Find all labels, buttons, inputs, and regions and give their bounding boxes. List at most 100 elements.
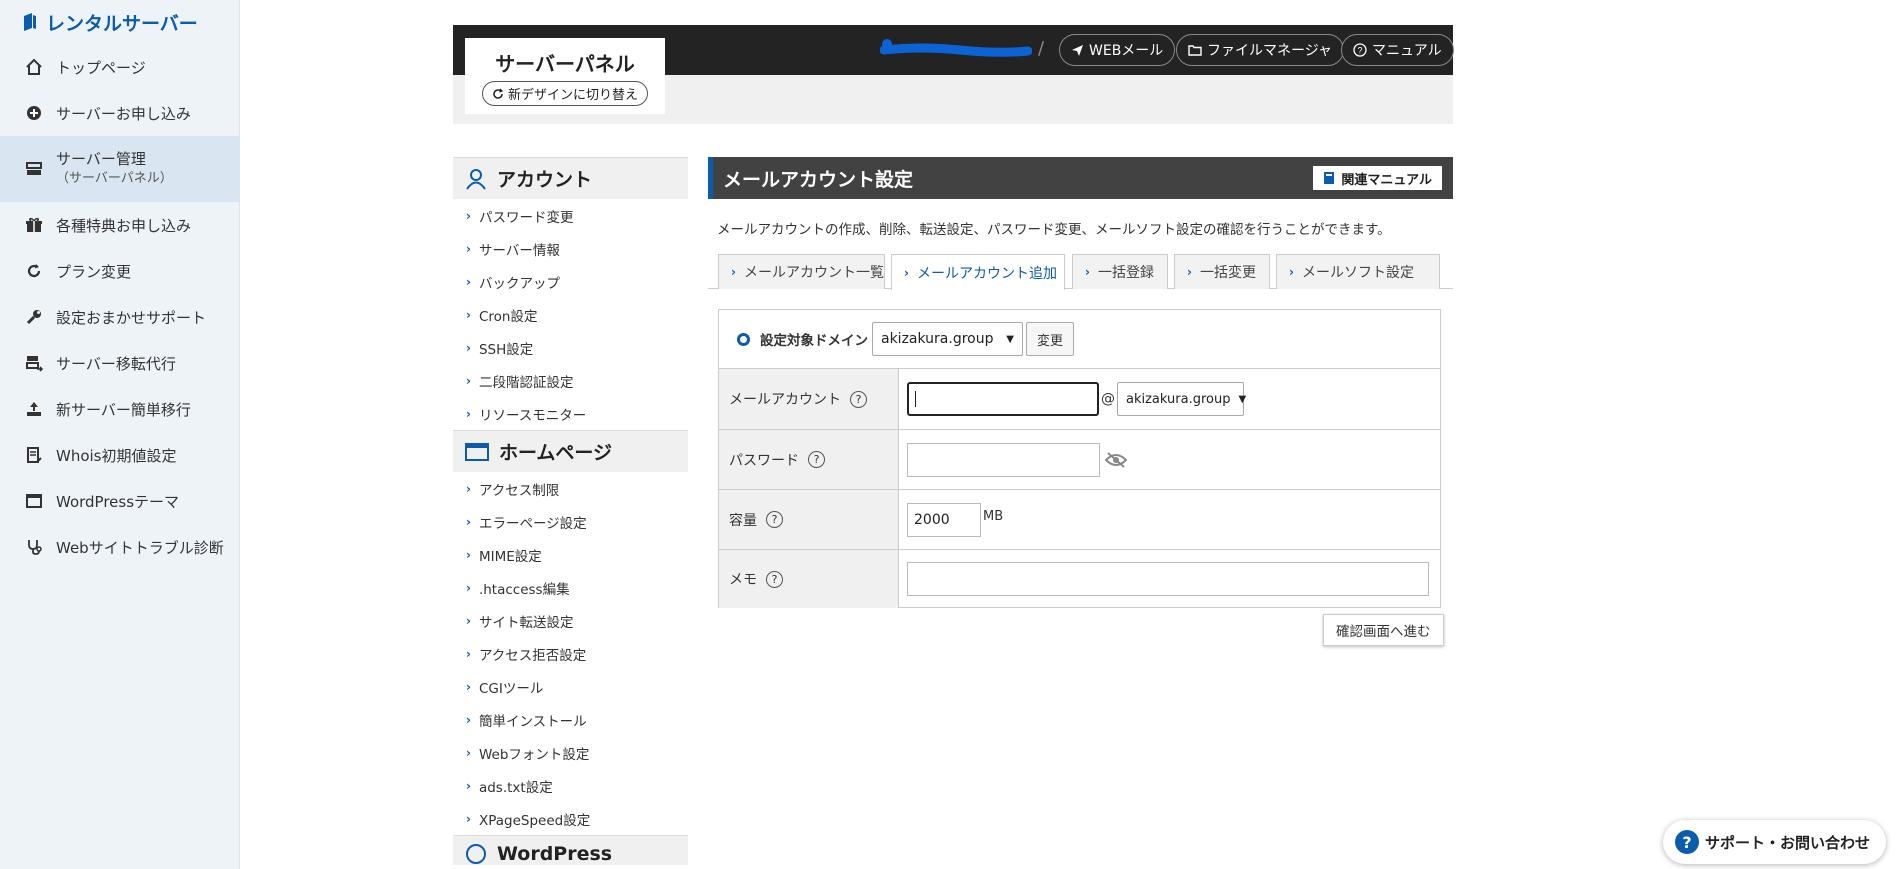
- help-icon[interactable]: ?: [766, 511, 783, 528]
- side-link[interactable]: › アクセス制限: [453, 472, 688, 505]
- switch-design-button[interactable]: 新デザインに切り替え: [481, 81, 648, 106]
- document-edit-icon: [24, 445, 44, 465]
- row-quota: 容量? 2000 MB: [719, 490, 1440, 550]
- change-domain-button[interactable]: 変更: [1026, 322, 1075, 356]
- side-link[interactable]: › SSH設定: [453, 331, 688, 364]
- side-link[interactable]: › サイト転送設定: [453, 604, 688, 637]
- home-icon: [24, 57, 44, 77]
- side-link[interactable]: › サーバー情報: [453, 232, 688, 265]
- wordpress-icon: [465, 843, 487, 865]
- chevron-right-icon: ›: [466, 712, 471, 727]
- chevron-right-icon: ›: [466, 307, 471, 322]
- password-input[interactable]: [907, 442, 1100, 477]
- browser-icon: [465, 442, 489, 462]
- side-link[interactable]: › MIME設定: [453, 538, 688, 571]
- tab-bar: › メールアカウント一覧 › メールアカウント追加 › 一括登録 › 一括変更 › メール…: [708, 254, 1453, 290]
- tab-account-list[interactable]: › メールアカウント一覧: [718, 254, 885, 289]
- memo-input[interactable]: [907, 562, 1429, 596]
- nav-item-label: サーバー管理: [56, 150, 146, 168]
- help-icon[interactable]: ?: [766, 570, 783, 588]
- side-link[interactable]: › ads.txt設定: [453, 769, 688, 802]
- brand-logo[interactable]: レンタルサーバー: [0, 0, 239, 44]
- nav-item-label: トップページ: [56, 58, 146, 77]
- nav-item-label: Webサイトトラブル診断: [56, 538, 224, 557]
- gift-icon: [24, 215, 44, 235]
- user-icon: [465, 168, 487, 190]
- server-icon: [24, 159, 44, 179]
- side-link-label: エラーページ設定: [478, 515, 587, 532]
- side-link[interactable]: › パスワード変更: [453, 199, 688, 232]
- account-domain-select[interactable]: akizakura.group ▼: [1117, 382, 1246, 416]
- side-link-label: .htaccess編集: [478, 581, 570, 598]
- panel-title: サーバーパネル: [495, 52, 635, 76]
- side-link[interactable]: › 簡単インストール: [453, 703, 688, 736]
- quota-input[interactable]: 2000: [907, 502, 981, 537]
- nav-item-4[interactable]: プラン変更: [0, 248, 239, 294]
- side-link[interactable]: › Webフォント設定: [453, 736, 688, 769]
- nav-item-1[interactable]: サーバーお申し込み: [0, 90, 239, 136]
- nav-item-6[interactable]: サーバー移転代行: [0, 340, 239, 386]
- refresh-icon: [24, 261, 44, 281]
- help-icon[interactable]: ?: [850, 390, 867, 408]
- manual-button[interactable]: ? マニュアル: [1341, 34, 1454, 66]
- nav-item-10[interactable]: Webサイトトラブル診断: [0, 524, 239, 570]
- nav-item-label: 各種特典お申し込み: [56, 216, 192, 235]
- tab-mail-software[interactable]: › メールソフト設定: [1276, 254, 1440, 289]
- nav-item-8[interactable]: Whois初期値設定: [0, 432, 239, 478]
- side-link-label: バックアップ: [478, 275, 560, 292]
- related-manual-button[interactable]: 関連マニュアル: [1313, 166, 1442, 190]
- chevron-right-icon: ›: [466, 613, 471, 628]
- side-link[interactable]: › Cron設定: [453, 298, 688, 331]
- chevron-right-icon: ›: [466, 274, 471, 289]
- tab-bulk-change[interactable]: › 一括変更: [1174, 254, 1270, 289]
- side-link-label: SSH設定: [478, 341, 534, 358]
- chevron-right-icon: ›: [731, 265, 736, 279]
- chevron-right-icon: ›: [466, 481, 471, 496]
- side-link[interactable]: › エラーページ設定: [453, 505, 688, 538]
- side-link[interactable]: › 二段階認証設定: [453, 364, 688, 397]
- help-icon[interactable]: ?: [808, 451, 825, 468]
- chevron-right-icon: ›: [466, 208, 471, 223]
- row-memo: メモ?: [719, 550, 1440, 608]
- side-link[interactable]: › リソースモニター: [453, 397, 688, 430]
- mail-account-label: メールアカウント: [729, 392, 841, 408]
- server-move-icon: [24, 353, 44, 373]
- chevron-right-icon: ›: [466, 373, 471, 388]
- nav-item-9[interactable]: WordPressテーマ: [0, 478, 239, 524]
- nav-item-label: 設定おまかせサポート: [56, 308, 207, 327]
- nav-item-label: 新サーバー簡単移行: [56, 400, 191, 419]
- svg-text:?: ?: [1357, 46, 1362, 56]
- tab-account-add[interactable]: › メールアカウント追加: [891, 254, 1065, 290]
- side-link[interactable]: › アクセス拒否設定: [453, 637, 688, 670]
- panel-title-box: サーバーパネル 新デザインに切り替え: [465, 38, 665, 114]
- file-manager-button[interactable]: ファイルマネージャ: [1176, 34, 1345, 66]
- side-link-label: 二段階認証設定: [478, 374, 574, 391]
- mail-account-input[interactable]: [907, 382, 1099, 416]
- domain-select[interactable]: akizakura.group ▼: [872, 322, 1023, 356]
- webmail-button[interactable]: WEBメール: [1059, 34, 1176, 66]
- confirm-button[interactable]: 確認画面へ進む: [1323, 614, 1444, 646]
- eye-slash-icon[interactable]: [1105, 451, 1127, 468]
- side-link[interactable]: › .htaccess編集: [453, 571, 688, 604]
- nav-item-2[interactable]: サーバー管理 （サーバーパネル）: [0, 136, 239, 202]
- side-link[interactable]: › バックアップ: [453, 265, 688, 298]
- side-link-label: サーバー情報: [478, 242, 560, 259]
- page-title-bar: メールアカウント設定 関連マニュアル: [708, 157, 1453, 199]
- side-link-label: パスワード変更: [478, 209, 574, 226]
- domain-label: 設定対象ドメイン: [760, 333, 868, 349]
- nav-item-7[interactable]: 新サーバー簡単移行: [0, 386, 239, 432]
- tab-bulk-register[interactable]: › 一括登録: [1072, 254, 1168, 289]
- wrench-icon: [24, 307, 44, 327]
- domain-radio[interactable]: [737, 332, 750, 346]
- side-link-label: サイト転送設定: [478, 614, 574, 631]
- nav-item-5[interactable]: 設定おまかせサポート: [0, 294, 239, 340]
- support-contact-button[interactable]: ? サポート・お問い合わせ: [1662, 820, 1886, 864]
- side-link[interactable]: › CGIツール: [453, 670, 688, 703]
- upload-icon: [24, 399, 44, 419]
- nav-item-3[interactable]: 各種特典お申し込み: [0, 202, 239, 248]
- row-mail-account: メールアカウント? @ akizakura.group ▼: [719, 369, 1440, 430]
- nav-item-0[interactable]: トップページ: [0, 44, 239, 90]
- side-link[interactable]: › XPageSpeed設定: [453, 802, 688, 835]
- chevron-right-icon: ›: [1187, 265, 1192, 279]
- book-icon: [1323, 171, 1335, 185]
